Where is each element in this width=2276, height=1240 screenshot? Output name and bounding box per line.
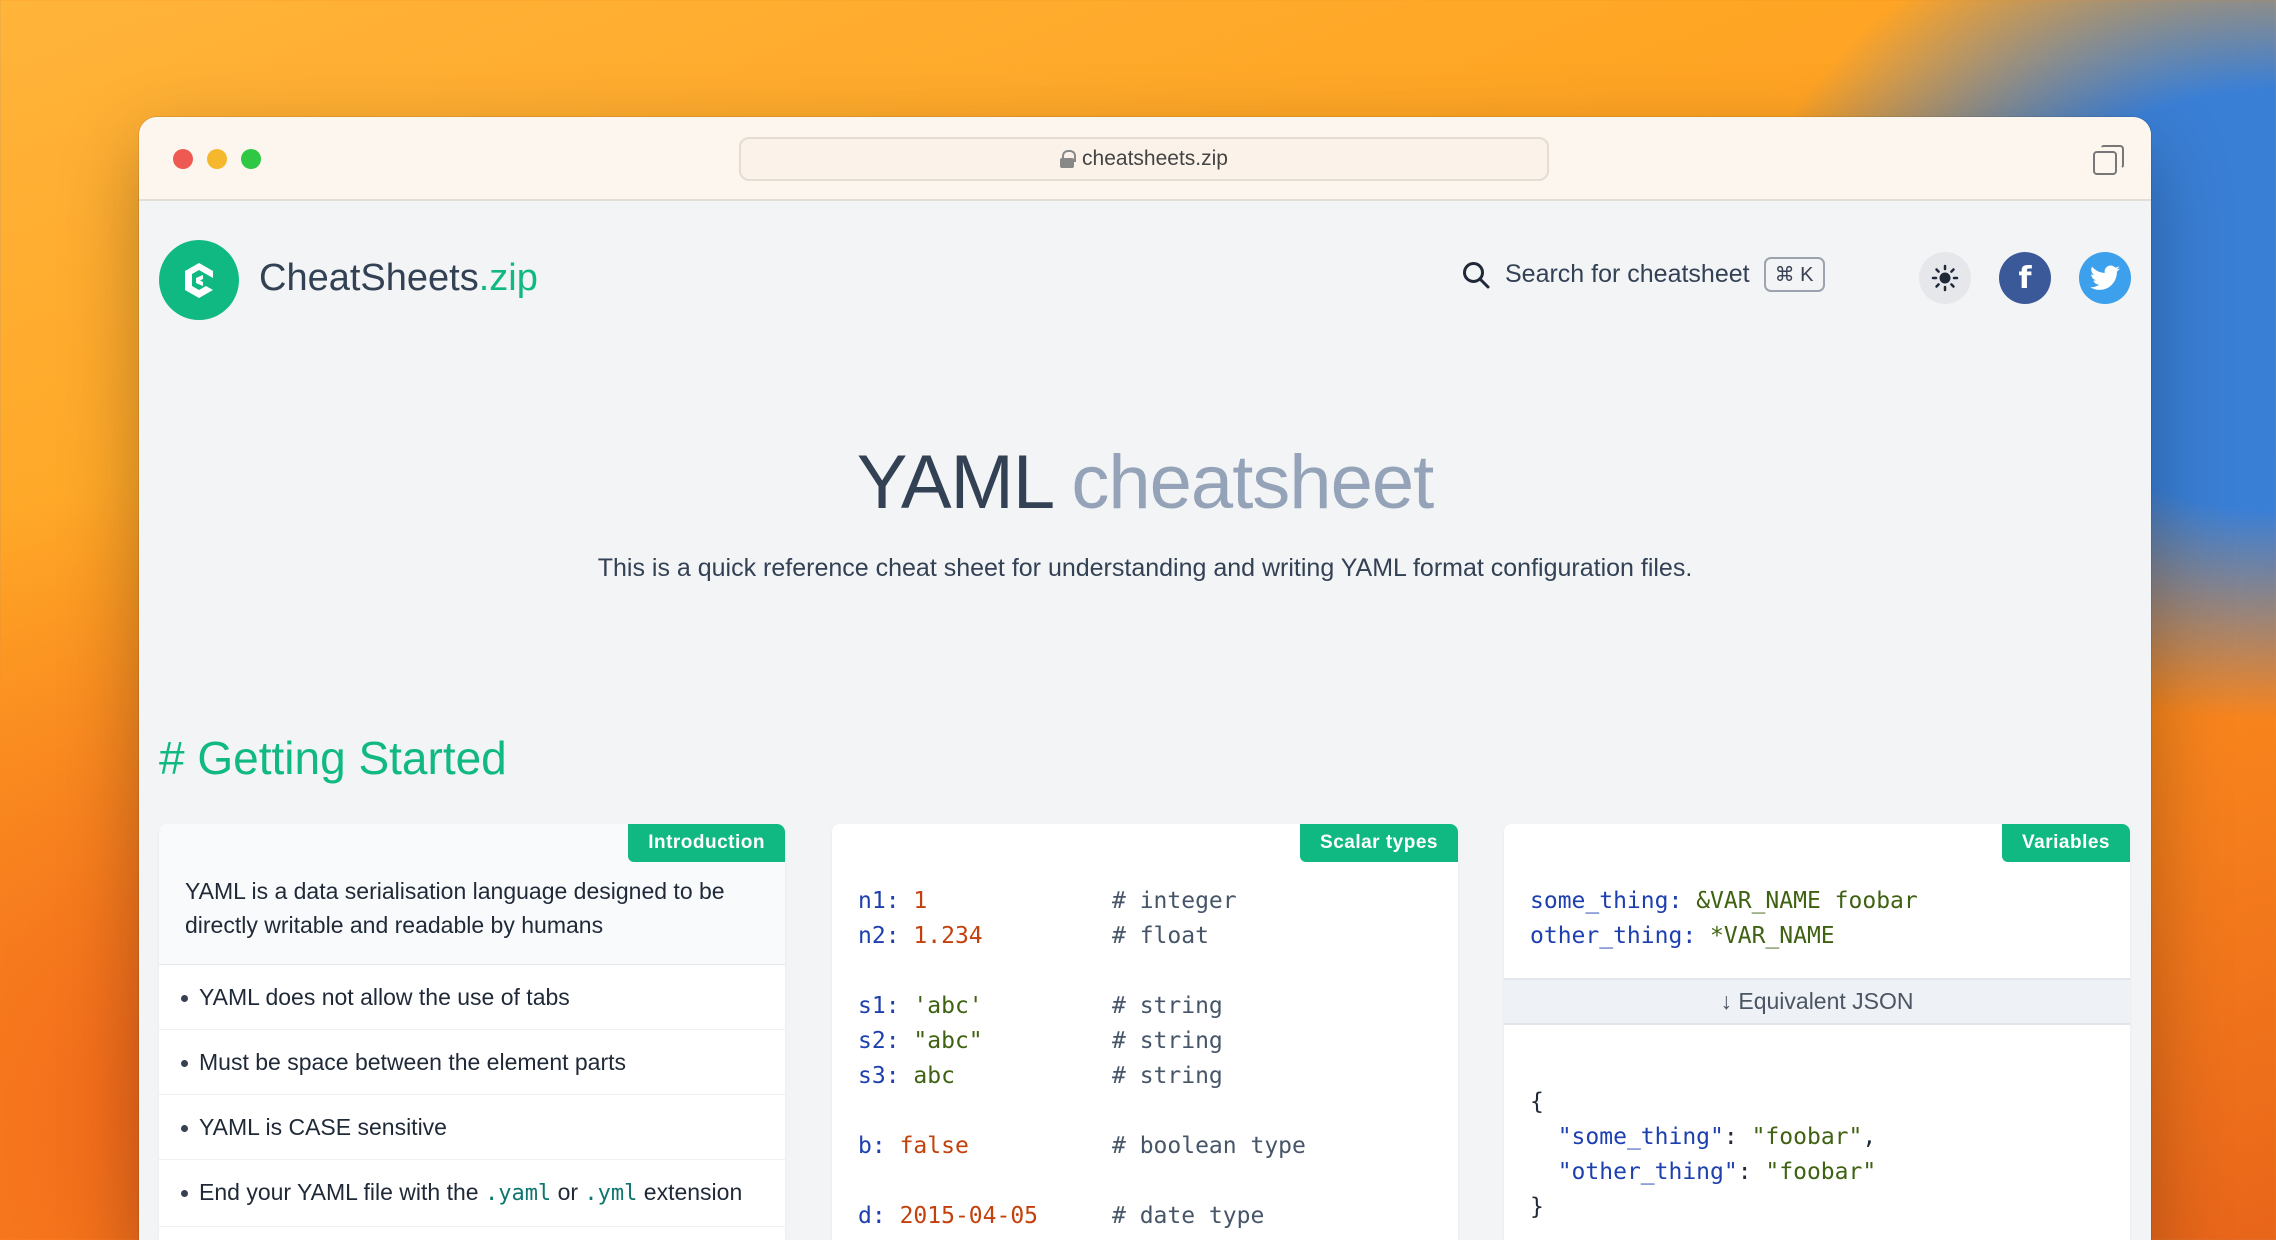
- code-key: n1:: [858, 888, 900, 914]
- maximize-window-button[interactable]: [241, 149, 261, 169]
- facebook-share-button[interactable]: f: [1999, 252, 2051, 304]
- page-title: YAML cheatsheet: [139, 439, 2151, 526]
- inline-code: .yaml: [484, 1181, 552, 1206]
- code-line: s3: abc # string: [858, 1059, 1432, 1094]
- theme-toggle-button[interactable]: [1919, 252, 1971, 304]
- list-item: YAML is CASE sensitive: [159, 1095, 785, 1160]
- card-scalar-types: Scalar types n1: 1 # integer n2: 1.234 # fl…: [832, 824, 1458, 1240]
- browser-window: cheatsheets.zip CheatSheets.zip Search f…: [139, 117, 2151, 1240]
- section-heading-getting-started[interactable]: # Getting Started: [159, 731, 507, 785]
- code-key: "some_thing": [1557, 1124, 1724, 1150]
- hero-section: YAML cheatsheet This is a quick referenc…: [139, 439, 2151, 589]
- code-line: b: false # boolean type: [858, 1129, 1432, 1164]
- code-value: false: [899, 1133, 969, 1159]
- twitter-icon: [2090, 265, 2120, 290]
- code-punct: {: [1530, 1089, 1544, 1115]
- code-value: 'abc': [913, 993, 983, 1019]
- code-value: "foobar": [1765, 1159, 1877, 1185]
- code-comment: # string: [1112, 1028, 1223, 1054]
- code-value: 2015-04-05: [899, 1203, 1039, 1229]
- sun-icon: [1931, 264, 1959, 292]
- card-badge-variables[interactable]: Variables: [2002, 824, 2130, 862]
- code-line: s2: "abc" # string: [858, 1024, 1432, 1059]
- code-key: some_thing:: [1530, 888, 1683, 914]
- code-key: s2:: [858, 1028, 900, 1054]
- code-line: d: 2015-04-05 # date type: [858, 1199, 1432, 1234]
- logo-main-text: CheatSheets: [259, 257, 479, 299]
- code-line: n2: 1.234 # float: [858, 919, 1432, 954]
- list-item: End your YAML file with the .yaml or .ym…: [159, 1160, 785, 1227]
- equivalent-json-label: ↓ Equivalent JSON: [1504, 978, 2130, 1025]
- search-icon: [1463, 261, 1490, 288]
- intro-bullet-list: YAML does not allow the use of tabs Must…: [159, 965, 785, 1227]
- bullet-text: End your YAML file with the: [199, 1179, 479, 1205]
- list-item: Must be space between the element parts: [159, 1030, 785, 1095]
- code-key: d:: [858, 1203, 886, 1229]
- code-comment: # date type: [1112, 1203, 1265, 1229]
- site-logo[interactable]: CheatSheets.zip: [259, 257, 538, 300]
- bullet-text: extension: [643, 1179, 743, 1205]
- card-variables: Variables some_thing: &VAR_NAME foobar o…: [1504, 824, 2130, 1240]
- code-punct: }: [1530, 1194, 1544, 1220]
- code-key: s1:: [858, 993, 900, 1019]
- code-key: s3:: [858, 1063, 900, 1089]
- list-item: YAML does not allow the use of tabs: [159, 965, 785, 1030]
- code-key: b:: [858, 1133, 886, 1159]
- window-controls: [173, 149, 261, 169]
- code-value: "abc": [913, 1028, 983, 1054]
- logo-suffix-text: .zip: [478, 257, 538, 299]
- bullet-text: or: [557, 1179, 579, 1205]
- code-value: 1: [913, 888, 928, 914]
- site-header: CheatSheets.zip Search for cheatsheet ⌘ …: [139, 201, 2151, 341]
- page-title-light: cheatsheet: [1071, 440, 1434, 525]
- code-key: other_thing:: [1530, 923, 1697, 949]
- search-label: Search for cheatsheet: [1505, 260, 1750, 288]
- code-comment: # float: [1112, 923, 1209, 949]
- logo-icon[interactable]: [159, 240, 239, 320]
- page-description: This is a quick reference cheat sheet fo…: [597, 554, 1693, 582]
- code-block: n1: 1 # integer n2: 1.234 # float s1: 'abc' #…: [832, 824, 1458, 1234]
- card-introduction: Introduction YAML is a data serialisatio…: [159, 824, 785, 1240]
- code-comment: # integer: [1112, 888, 1237, 914]
- browser-titlebar: cheatsheets.zip: [139, 117, 2151, 201]
- card-badge-introduction[interactable]: Introduction: [628, 824, 785, 862]
- lock-icon: [1060, 150, 1077, 168]
- code-key: n2:: [858, 923, 900, 949]
- json-code-block: { "some_thing": "foobar", "other_thing":…: [1530, 1089, 1877, 1220]
- url-text: cheatsheets.zip: [1082, 147, 1228, 170]
- facebook-icon: f: [2018, 260, 2032, 296]
- search-shortcut-badge: ⌘ K: [1763, 257, 1825, 292]
- code-key: "other_thing": [1557, 1159, 1738, 1185]
- card-badge-scalar-types[interactable]: Scalar types: [1300, 824, 1458, 862]
- code-value: "foobar": [1751, 1124, 1863, 1150]
- search-button[interactable]: Search for cheatsheet ⌘ K: [1461, 257, 1825, 292]
- address-bar[interactable]: cheatsheets.zip: [739, 137, 1549, 181]
- code-value: 1.234: [913, 923, 983, 949]
- code-comment: # string: [1112, 1063, 1223, 1089]
- code-value: *VAR_NAME: [1710, 923, 1835, 949]
- code-value: &VAR_NAME foobar: [1696, 888, 1918, 914]
- close-window-button[interactable]: [173, 149, 193, 169]
- minimize-window-button[interactable]: [207, 149, 227, 169]
- tab-overview-icon[interactable]: [2093, 145, 2124, 175]
- code-line: n1: 1 # integer: [858, 884, 1432, 919]
- code-value: abc: [913, 1063, 955, 1089]
- code-comment: # string: [1112, 993, 1223, 1019]
- twitter-share-button[interactable]: [2079, 252, 2131, 304]
- page-title-main: YAML: [856, 440, 1052, 525]
- code-comment: # boolean type: [1112, 1133, 1306, 1159]
- code-line: s1: 'abc' # string: [858, 989, 1432, 1024]
- inline-code: .yml: [584, 1181, 638, 1206]
